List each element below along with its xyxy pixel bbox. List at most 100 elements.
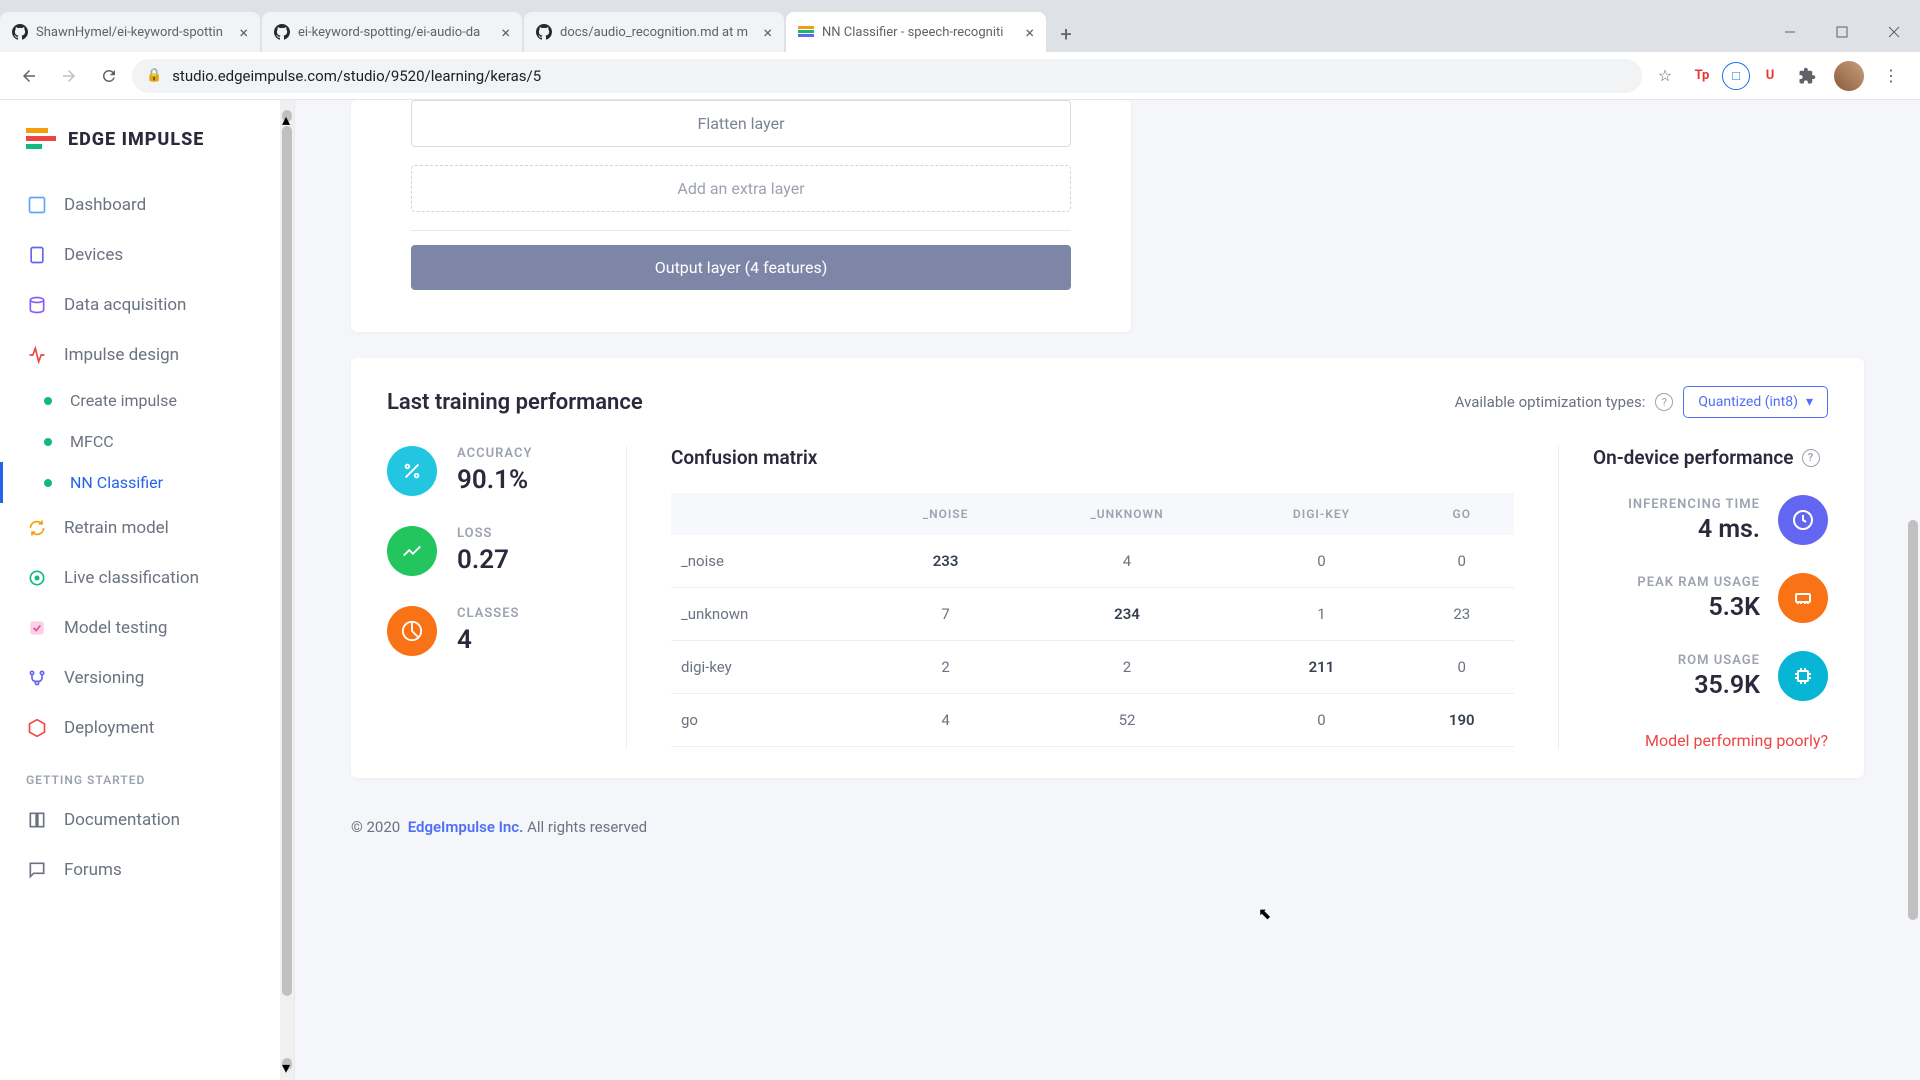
percent-icon (387, 446, 437, 496)
scroll-thumb[interactable] (1908, 520, 1918, 920)
footer-company-link[interactable]: EdgeImpulse Inc. (408, 818, 524, 836)
sidebar-sub-create-impulse[interactable]: Create impulse (0, 380, 294, 421)
menu-button[interactable]: ⋮ (1874, 59, 1908, 93)
add-layer-button[interactable]: Add an extra layer (411, 165, 1071, 212)
close-icon[interactable]: × (1025, 23, 1034, 42)
extension-icon[interactable]: □ (1722, 62, 1750, 90)
logo-icon (26, 128, 56, 150)
close-icon[interactable]: × (501, 23, 510, 42)
layer-output[interactable]: Output layer (4 features) (411, 245, 1071, 290)
close-icon[interactable]: × (763, 23, 772, 42)
layers-card: Flatten layer Add an extra layer Output … (351, 100, 1131, 332)
tab-title: ShawnHymel/ei-keyword-spottin (36, 25, 231, 40)
row-label: digi-key (671, 641, 871, 694)
device-metric-inferencing: INFERENCING TIME4 ms. (1593, 495, 1828, 545)
browser-tab-active[interactable]: NN Classifier - speech-recogniti × (786, 12, 1046, 52)
table-cell: 23 (1410, 588, 1515, 641)
table-cell: 233 (871, 535, 1021, 588)
edgeimpulse-icon (798, 24, 814, 40)
back-button[interactable] (12, 59, 46, 93)
maximize-button[interactable] (1816, 12, 1868, 52)
database-icon (26, 294, 48, 316)
new-tab-button[interactable]: + (1048, 16, 1084, 52)
metric-value: 0.27 (457, 545, 509, 575)
browser-tab[interactable]: docs/audio_recognition.md at m × (524, 12, 784, 52)
sidebar-item-data[interactable]: Data acquisition (0, 280, 294, 330)
table-cell: 190 (1410, 694, 1515, 747)
url-input[interactable]: 🔒 studio.edgeimpulse.com/studio/9520/lea… (132, 59, 1642, 93)
status-dot-icon (44, 397, 52, 405)
optimization-dropdown[interactable]: Quantized (int8) ▾ (1683, 386, 1828, 418)
logo-text: EDGE IMPULSE (68, 129, 204, 150)
sidebar-item-label: Impulse design (64, 345, 179, 365)
scrollbar[interactable]: ▴ ▾ (280, 100, 294, 1080)
table-cell: 4 (1021, 535, 1234, 588)
sidebar-item-retrain[interactable]: Retrain model (0, 503, 294, 553)
sidebar-item-label: Dashboard (64, 195, 146, 215)
chip-icon (1778, 651, 1828, 701)
scroll-up-icon[interactable]: ▴ (282, 110, 292, 122)
tab-title: ei-keyword-spotting/ei-audio-da (298, 25, 493, 40)
help-icon[interactable]: ? (1802, 449, 1820, 467)
layer-flatten[interactable]: Flatten layer (411, 100, 1071, 147)
logo[interactable]: EDGE IMPULSE (0, 118, 294, 180)
sidebar-sub-mfcc[interactable]: MFCC (0, 421, 294, 462)
extension-icon[interactable]: Tp (1688, 62, 1716, 90)
device-label: INFERENCING TIME (1628, 497, 1760, 512)
sidebar-item-label: Deployment (64, 718, 154, 738)
extension-icon[interactable]: U (1756, 62, 1784, 90)
sidebar-item-forums[interactable]: Forums (0, 845, 294, 895)
pie-icon (387, 606, 437, 656)
sidebar-item-label: MFCC (70, 432, 114, 451)
sidebar-item-label: Model testing (64, 618, 167, 638)
scrollbar[interactable] (1906, 100, 1920, 1080)
bookmark-button[interactable]: ☆ (1648, 59, 1682, 93)
cursor-icon: ⬉ (1258, 904, 1271, 923)
minimize-button[interactable] (1764, 12, 1816, 52)
sidebar-item-testing[interactable]: Model testing (0, 603, 294, 653)
scroll-thumb[interactable] (282, 126, 292, 996)
metric-value: 4 (457, 625, 519, 655)
sidebar-item-label: Devices (64, 245, 123, 265)
reload-button[interactable] (92, 59, 126, 93)
table-cell: 211 (1233, 641, 1409, 694)
performance-card: Last training performance Available opti… (351, 358, 1864, 778)
sidebar: EDGE IMPULSE Dashboard Devices Data acqu… (0, 100, 295, 1080)
browser-tab[interactable]: ShawnHymel/ei-keyword-spottin × (0, 12, 260, 52)
help-icon[interactable]: ? (1655, 393, 1673, 411)
footer: © 2020 EdgeImpulse Inc. All rights reser… (295, 804, 1920, 850)
device-value: 35.9K (1678, 671, 1760, 700)
sidebar-item-dashboard[interactable]: Dashboard (0, 180, 294, 230)
table-cell: 0 (1410, 535, 1515, 588)
tab-title: NN Classifier - speech-recogniti (822, 25, 1017, 40)
table-row: _unknown7234123 (671, 588, 1514, 641)
device-metric-ram: PEAK RAM USAGE5.3K (1593, 573, 1828, 623)
layer-label: Flatten layer (697, 114, 784, 133)
table-row: go4520190 (671, 694, 1514, 747)
metric-label: ACCURACY (457, 446, 532, 461)
row-label: _unknown (671, 588, 871, 641)
forward-button[interactable] (52, 59, 86, 93)
sidebar-item-docs[interactable]: Documentation (0, 795, 294, 845)
model-poor-link[interactable]: Model performing poorly? (1593, 731, 1828, 750)
close-window-button[interactable] (1868, 12, 1920, 52)
metric-label: LOSS (457, 526, 509, 541)
extensions-button[interactable] (1790, 59, 1824, 93)
sidebar-item-versioning[interactable]: Versioning (0, 653, 294, 703)
profile-avatar[interactable] (1834, 61, 1864, 91)
chat-icon (26, 859, 48, 881)
sidebar-item-deployment[interactable]: Deployment (0, 703, 294, 753)
sidebar-item-impulse[interactable]: Impulse design (0, 330, 294, 380)
device-label: PEAK RAM USAGE (1637, 575, 1760, 590)
status-dot-icon (44, 438, 52, 446)
sidebar-sub-nn-classifier[interactable]: NN Classifier (0, 462, 294, 503)
table-cell: 0 (1233, 694, 1409, 747)
device-metric-rom: ROM USAGE35.9K (1593, 651, 1828, 701)
sidebar-item-devices[interactable]: Devices (0, 230, 294, 280)
metric-loss: LOSS 0.27 (387, 526, 606, 576)
sidebar-item-live[interactable]: Live classification (0, 553, 294, 603)
matrix-title: Confusion matrix (671, 446, 1514, 469)
scroll-down-icon[interactable]: ▾ (282, 1058, 292, 1070)
close-icon[interactable]: × (239, 23, 248, 42)
browser-tab[interactable]: ei-keyword-spotting/ei-audio-da × (262, 12, 522, 52)
